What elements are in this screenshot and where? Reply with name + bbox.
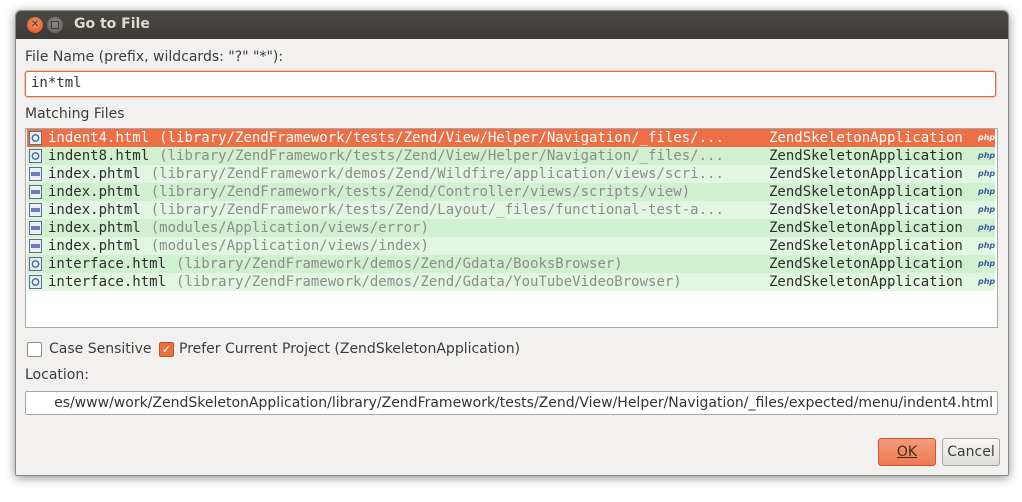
php-file-icon bbox=[29, 185, 42, 199]
html-file-icon bbox=[29, 275, 42, 289]
project-name: ZendSkeletonApplication bbox=[769, 148, 963, 164]
case-sensitive-checkbox[interactable] bbox=[27, 342, 42, 357]
list-item[interactable]: index.phtml (library/ZendFramework/tests/… bbox=[27, 183, 995, 201]
list-item[interactable]: index.phtml (library/ZendFramework/tests/… bbox=[27, 201, 995, 219]
prefer-current-label: Prefer Current Project (ZendSkeletonAppl… bbox=[179, 341, 521, 357]
list-item[interactable]: interface.html (library/ZendFramework/dem… bbox=[27, 255, 995, 273]
php-file-icon bbox=[29, 221, 42, 235]
list-item[interactable]: indent4.html (library/ZendFramework/tests… bbox=[27, 129, 995, 147]
php-file-icon bbox=[29, 167, 42, 181]
php-project-icon: php bbox=[978, 277, 996, 286]
file-name: index.phtml (modules/Application/views/er… bbox=[48, 220, 429, 236]
file-name: index.phtml (library/ZendFramework/tests/… bbox=[48, 184, 691, 200]
location-input[interactable] bbox=[26, 392, 997, 414]
ok-button[interactable]: OK bbox=[878, 438, 936, 466]
file-path: (library/ZendFramework/tests/Zend/Layout… bbox=[150, 202, 724, 218]
ok-button-label: OK bbox=[896, 444, 918, 460]
file-name-label: File Name (prefix, wildcards: "?" "*"): bbox=[25, 49, 284, 65]
project-name: ZendSkeletonApplication bbox=[769, 184, 963, 200]
file-path: (library/ZendFramework/tests/Zend/View/H… bbox=[159, 148, 724, 164]
prefer-current-checkbox[interactable]: ✓ bbox=[159, 342, 174, 357]
file-path: (modules/Application/views/index) bbox=[150, 238, 429, 254]
file-path: (library/ZendFramework/demos/Zend/Wildfi… bbox=[150, 166, 724, 182]
file-name: index.phtml (modules/Application/views/in… bbox=[48, 238, 429, 254]
file-name: interface.html (library/ZendFramework/dem… bbox=[48, 274, 682, 290]
go-to-file-dialog: ✕ Go to File File Name (prefix, wildcard… bbox=[15, 10, 1009, 476]
list-item[interactable]: interface.html (library/ZendFramework/dem… bbox=[27, 273, 995, 291]
project-name: ZendSkeletonApplication bbox=[769, 130, 963, 146]
title-bar: ✕ Go to File bbox=[16, 11, 1008, 39]
file-name-input[interactable] bbox=[26, 72, 995, 94]
php-project-icon: php bbox=[978, 223, 996, 232]
php-project-icon: php bbox=[978, 187, 996, 196]
close-icon[interactable]: ✕ bbox=[27, 17, 43, 33]
file-path: (library/ZendFramework/demos/Zend/Gdata/… bbox=[176, 274, 682, 290]
minimize-icon[interactable] bbox=[47, 17, 63, 33]
case-sensitive-label: Case Sensitive bbox=[49, 341, 152, 357]
php-project-icon: php bbox=[978, 241, 996, 250]
file-path: (library/ZendFramework/tests/Zend/Contro… bbox=[150, 184, 691, 200]
html-file-icon bbox=[29, 131, 42, 145]
html-file-icon bbox=[29, 149, 42, 163]
cancel-button[interactable]: Cancel bbox=[942, 438, 1000, 466]
php-file-icon bbox=[29, 239, 42, 253]
project-name: ZendSkeletonApplication bbox=[769, 166, 963, 182]
file-name: indent4.html (library/ZendFramework/tests… bbox=[48, 130, 724, 146]
html-file-icon bbox=[29, 257, 42, 271]
cancel-button-label: Cancel bbox=[947, 444, 995, 460]
php-file-icon bbox=[29, 203, 42, 217]
project-name: ZendSkeletonApplication bbox=[769, 256, 963, 272]
file-name: indent8.html (library/ZendFramework/tests… bbox=[48, 148, 724, 164]
case-sensitive-option[interactable]: Case Sensitive bbox=[27, 341, 167, 359]
php-project-icon: php bbox=[978, 133, 996, 142]
php-project-icon: php bbox=[978, 259, 996, 268]
location-label: Location: bbox=[25, 367, 89, 383]
project-name: ZendSkeletonApplication bbox=[769, 238, 963, 254]
file-path: (library/ZendFramework/tests/Zend/View/H… bbox=[159, 130, 724, 146]
window-title: Go to File bbox=[74, 16, 150, 32]
php-project-icon: php bbox=[978, 151, 996, 160]
project-name: ZendSkeletonApplication bbox=[769, 220, 963, 236]
project-name: ZendSkeletonApplication bbox=[769, 202, 963, 218]
project-name: ZendSkeletonApplication bbox=[769, 274, 963, 290]
prefer-current-option[interactable]: ✓ Prefer Current Project (ZendSkeletonAp… bbox=[159, 341, 559, 359]
file-path: (modules/Application/views/error) bbox=[150, 220, 429, 236]
file-path: (library/ZendFramework/demos/Zend/Gdata/… bbox=[176, 256, 623, 272]
list-item[interactable]: indent8.html (library/ZendFramework/tests… bbox=[27, 147, 995, 165]
matching-files-label: Matching Files bbox=[25, 106, 125, 122]
location-field[interactable] bbox=[25, 391, 998, 415]
list-item[interactable]: index.phtml (modules/Application/views/in… bbox=[27, 237, 995, 255]
file-name: interface.html (library/ZendFramework/dem… bbox=[48, 256, 623, 272]
file-name: index.phtml (library/ZendFramework/demos/… bbox=[48, 166, 724, 182]
file-name: index.phtml (library/ZendFramework/tests/… bbox=[48, 202, 724, 218]
list-item[interactable]: index.phtml (modules/Application/views/er… bbox=[27, 219, 995, 237]
matching-files-list[interactable]: indent4.html (library/ZendFramework/tests… bbox=[25, 128, 998, 328]
file-name-field[interactable] bbox=[25, 71, 996, 97]
php-project-icon: php bbox=[978, 205, 996, 214]
php-project-icon: php bbox=[978, 169, 996, 178]
list-item[interactable]: index.phtml (library/ZendFramework/demos/… bbox=[27, 165, 995, 183]
